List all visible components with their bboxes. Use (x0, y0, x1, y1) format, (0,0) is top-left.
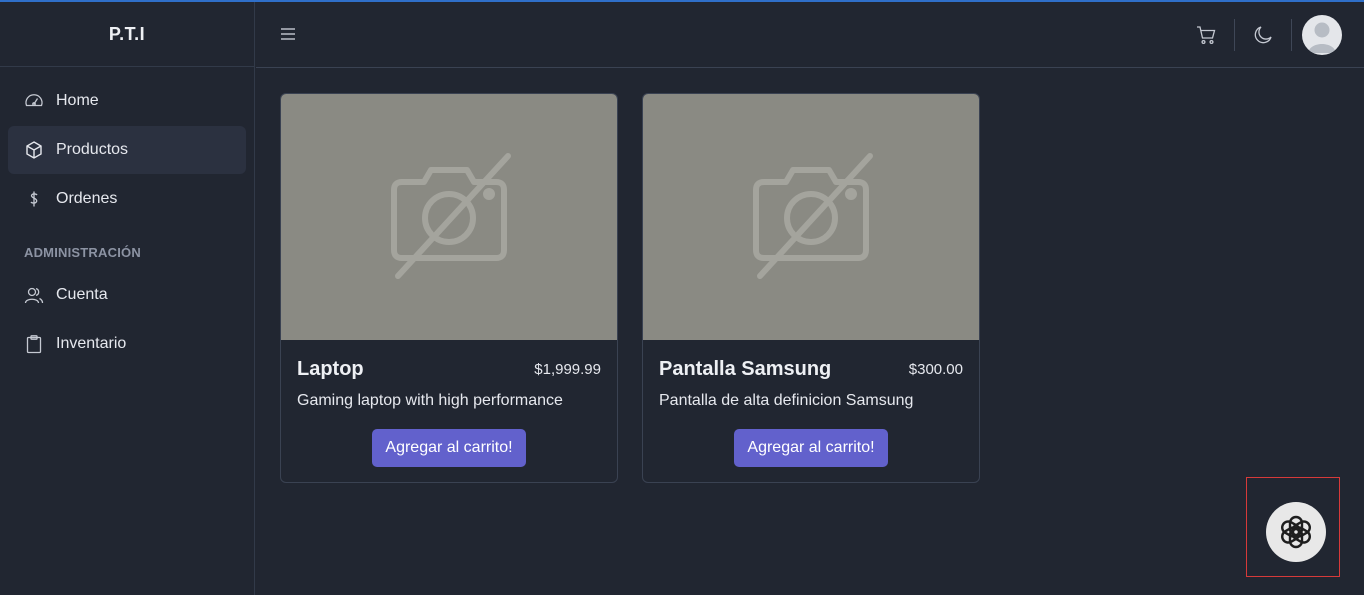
sidebar-item-label: Home (56, 92, 99, 109)
chat-widget-highlight (1246, 477, 1340, 577)
add-to-cart-button[interactable]: Agregar al carrito! (372, 429, 526, 467)
product-image (281, 94, 617, 340)
cube-icon (24, 140, 44, 160)
top-header (256, 2, 1364, 68)
speedometer-icon (24, 91, 44, 111)
moon-icon[interactable] (1245, 17, 1281, 53)
dollar-icon (24, 189, 44, 209)
openai-icon (1281, 515, 1311, 549)
product-card-body: Laptop $1,999.99 Gaming laptop with high… (281, 340, 617, 467)
sidebar-item-label: Ordenes (56, 190, 118, 207)
no-image-icon (753, 153, 873, 279)
hamburger-icon[interactable] (278, 24, 298, 44)
no-image-icon (391, 153, 511, 279)
sidebar-item-label: Productos (56, 141, 129, 158)
sidebar-section-title: ADMINISTRACIÓN (24, 245, 141, 260)
product-description: Pantalla de alta definicion Samsung (659, 392, 914, 409)
cart-icon[interactable] (1188, 17, 1224, 53)
product-description: Gaming laptop with high performance (297, 392, 563, 409)
header-divider (1291, 19, 1292, 51)
product-price: $1,999.99 (534, 360, 601, 378)
people-icon (24, 285, 44, 305)
product-name: Laptop (297, 357, 364, 380)
header-actions (1188, 14, 1342, 56)
product-price: $300.00 (908, 360, 963, 378)
product-card-body: Pantalla Samsung $300.00 Pantalla de alt… (643, 340, 979, 467)
sidebar-item-label: Inventario (56, 335, 127, 352)
product-grid: Laptop $1,999.99 Gaming laptop with high… (280, 93, 980, 483)
sidebar-item-inventario[interactable]: Inventario (8, 320, 246, 368)
add-to-cart-button[interactable]: Agregar al carrito! (734, 429, 888, 467)
product-image (643, 94, 979, 340)
sidebar-item-cuenta[interactable]: Cuenta (8, 271, 246, 319)
product-name: Pantalla Samsung (659, 357, 832, 380)
sidebar-nav: Home Productos Ordenes ADMINISTRACIÓN Cu… (0, 67, 254, 368)
sidebar: P.T.I Home Productos Ordenes ADMINISTRAC… (0, 2, 255, 595)
sidebar-item-productos[interactable]: Productos (8, 126, 246, 174)
sidebar-item-label: Cuenta (56, 286, 108, 303)
brand-logo[interactable]: P.T.I (0, 2, 254, 67)
sidebar-item-home[interactable]: Home (8, 77, 246, 125)
header-divider (1234, 19, 1235, 51)
sidebar-item-ordenes[interactable]: Ordenes (8, 175, 246, 223)
clipboard-icon (24, 334, 44, 354)
product-card: Pantalla Samsung $300.00 Pantalla de alt… (642, 93, 980, 483)
avatar[interactable] (1302, 15, 1342, 55)
product-card: Laptop $1,999.99 Gaming laptop with high… (280, 93, 618, 483)
chat-assistant-button[interactable] (1266, 502, 1326, 562)
